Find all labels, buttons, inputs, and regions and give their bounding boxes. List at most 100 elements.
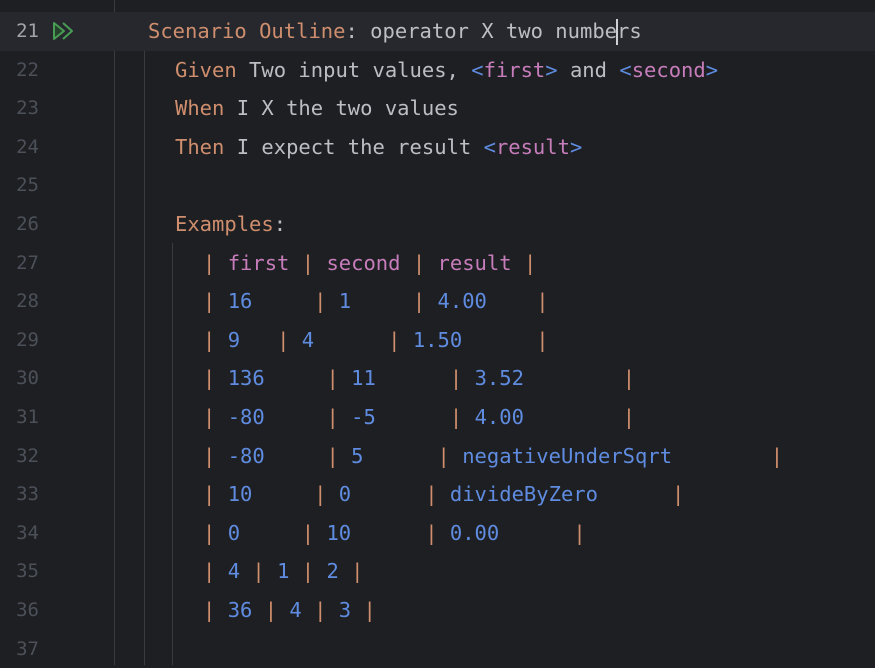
examples-keyword: Examples	[175, 212, 274, 236]
colon: :	[345, 19, 358, 43]
table-pipe: |	[573, 520, 586, 545]
table-cell: 3.52	[474, 366, 524, 391]
table-pipe: |	[203, 520, 228, 545]
line-number: 33	[16, 483, 39, 506]
code-line[interactable]: 29 | 9 | 4 | 1.50 |	[0, 321, 875, 360]
code-line[interactable]: 28 | 16 | 1 | 4.00 |	[0, 282, 875, 321]
table-pipe: |	[412, 289, 438, 314]
table-pipe: |	[203, 405, 228, 429]
when-keyword: When	[175, 96, 225, 121]
table-pipe: |	[672, 482, 685, 507]
code-line[interactable]: 33 | 10 | 0 | divideByZero |	[0, 475, 875, 514]
table-pipe: |	[425, 520, 450, 545]
table-pipe: |	[314, 598, 339, 622]
line-number: 34	[16, 521, 39, 544]
step-text: I X the two values	[224, 96, 459, 121]
table-pipe: |	[449, 366, 475, 391]
placeholder-bracket: <	[619, 57, 632, 82]
scenario-title: operator X two numbe	[357, 19, 618, 43]
code-text: | 10 | 0 | divideByZero |	[203, 475, 684, 514]
scenario-outline-keyword: Scenario Outline	[148, 19, 346, 43]
scenario-title-rest: rs	[617, 19, 642, 43]
line-number: 27	[16, 251, 39, 274]
code-text: | 36 | 4 | 3 |	[203, 591, 376, 630]
code-line[interactable]: 35 | 4 | 1 | 2 |	[0, 552, 875, 591]
placeholder-bracket: >	[569, 134, 583, 159]
table-pipe: |	[536, 289, 549, 314]
line-number: 24	[16, 135, 39, 158]
table-cell: -5	[351, 405, 376, 429]
code-line[interactable]: 26 Examples:	[0, 205, 875, 244]
code-line[interactable]: 30 | 136 | 11 | 3.52 |	[0, 359, 875, 398]
table-pipe: |	[314, 289, 339, 314]
table-pipe: |	[264, 598, 290, 622]
placeholder-bracket: >	[705, 57, 719, 82]
placeholder-bracket: <	[483, 134, 496, 159]
code-line[interactable]: 25	[0, 166, 875, 205]
code-line[interactable]: 24 Then I expect the result <result>	[0, 128, 875, 167]
table-pipe: |	[301, 520, 327, 545]
table-pipe: |	[622, 405, 636, 429]
line-number: 26	[16, 213, 39, 235]
table-pipe: |	[203, 327, 228, 352]
code-line[interactable]: 32 | -80 | 5 | negativeUnderSqrt |	[0, 437, 875, 476]
code-text: Then I expect the result <result>	[175, 128, 582, 167]
table-cell: -80	[227, 405, 265, 429]
table-pipe: |	[437, 443, 463, 468]
code-line[interactable]: 31 | -80 | -5 | 4.00 |	[0, 398, 875, 437]
table-cell: 11	[351, 366, 376, 391]
table-pipe: |	[449, 405, 475, 429]
line-number: 31	[16, 406, 39, 428]
table-cell: 0	[227, 520, 241, 545]
code-text: | 4 | 1 | 2 |	[203, 552, 363, 591]
step-text: I expect the result	[224, 134, 484, 159]
table-cell: 10	[227, 482, 253, 507]
table-cell: 16	[227, 289, 253, 314]
table-cell: 4	[227, 559, 241, 584]
code-text: | -80 | 5 | negativeUnderSqrt |	[203, 437, 783, 476]
placeholder-result: result	[495, 134, 570, 159]
table-pipe: |	[314, 482, 339, 507]
table-pipe: |	[412, 250, 438, 275]
line-number: 32	[16, 444, 39, 467]
code-line[interactable]: 22 Given Two input values, <first> and <s…	[0, 51, 875, 90]
code-text: | first | second | result |	[203, 244, 536, 283]
table-pipe: |	[277, 327, 302, 352]
placeholder-first: first	[483, 57, 546, 82]
code-line[interactable]: 34 | 0 | 10 | 0.00 |	[0, 514, 875, 553]
code-line[interactable]: 36 | 36 | 4 | 3 |	[0, 591, 875, 630]
line-number: 21	[16, 20, 39, 42]
table-cell: 136	[227, 366, 265, 391]
placeholder-bracket: <	[471, 57, 484, 82]
code-line[interactable]: 37	[0, 630, 875, 668]
table-pipe: |	[203, 482, 228, 507]
run-scenario-icon[interactable]	[52, 21, 74, 41]
code-line[interactable]: 23 When I X the two values	[0, 89, 875, 128]
code-line[interactable]: 27 | first | second | result |	[0, 244, 875, 283]
table-pipe: |	[301, 250, 327, 275]
table-pipe: |	[351, 559, 364, 584]
step-text: and	[557, 57, 620, 82]
table-pipe: |	[326, 405, 352, 429]
code-line[interactable]: 21 Scenario Outline: operator X two numbe…	[0, 12, 875, 51]
table-cell: 1	[338, 289, 352, 314]
table-pipe: |	[203, 250, 228, 275]
